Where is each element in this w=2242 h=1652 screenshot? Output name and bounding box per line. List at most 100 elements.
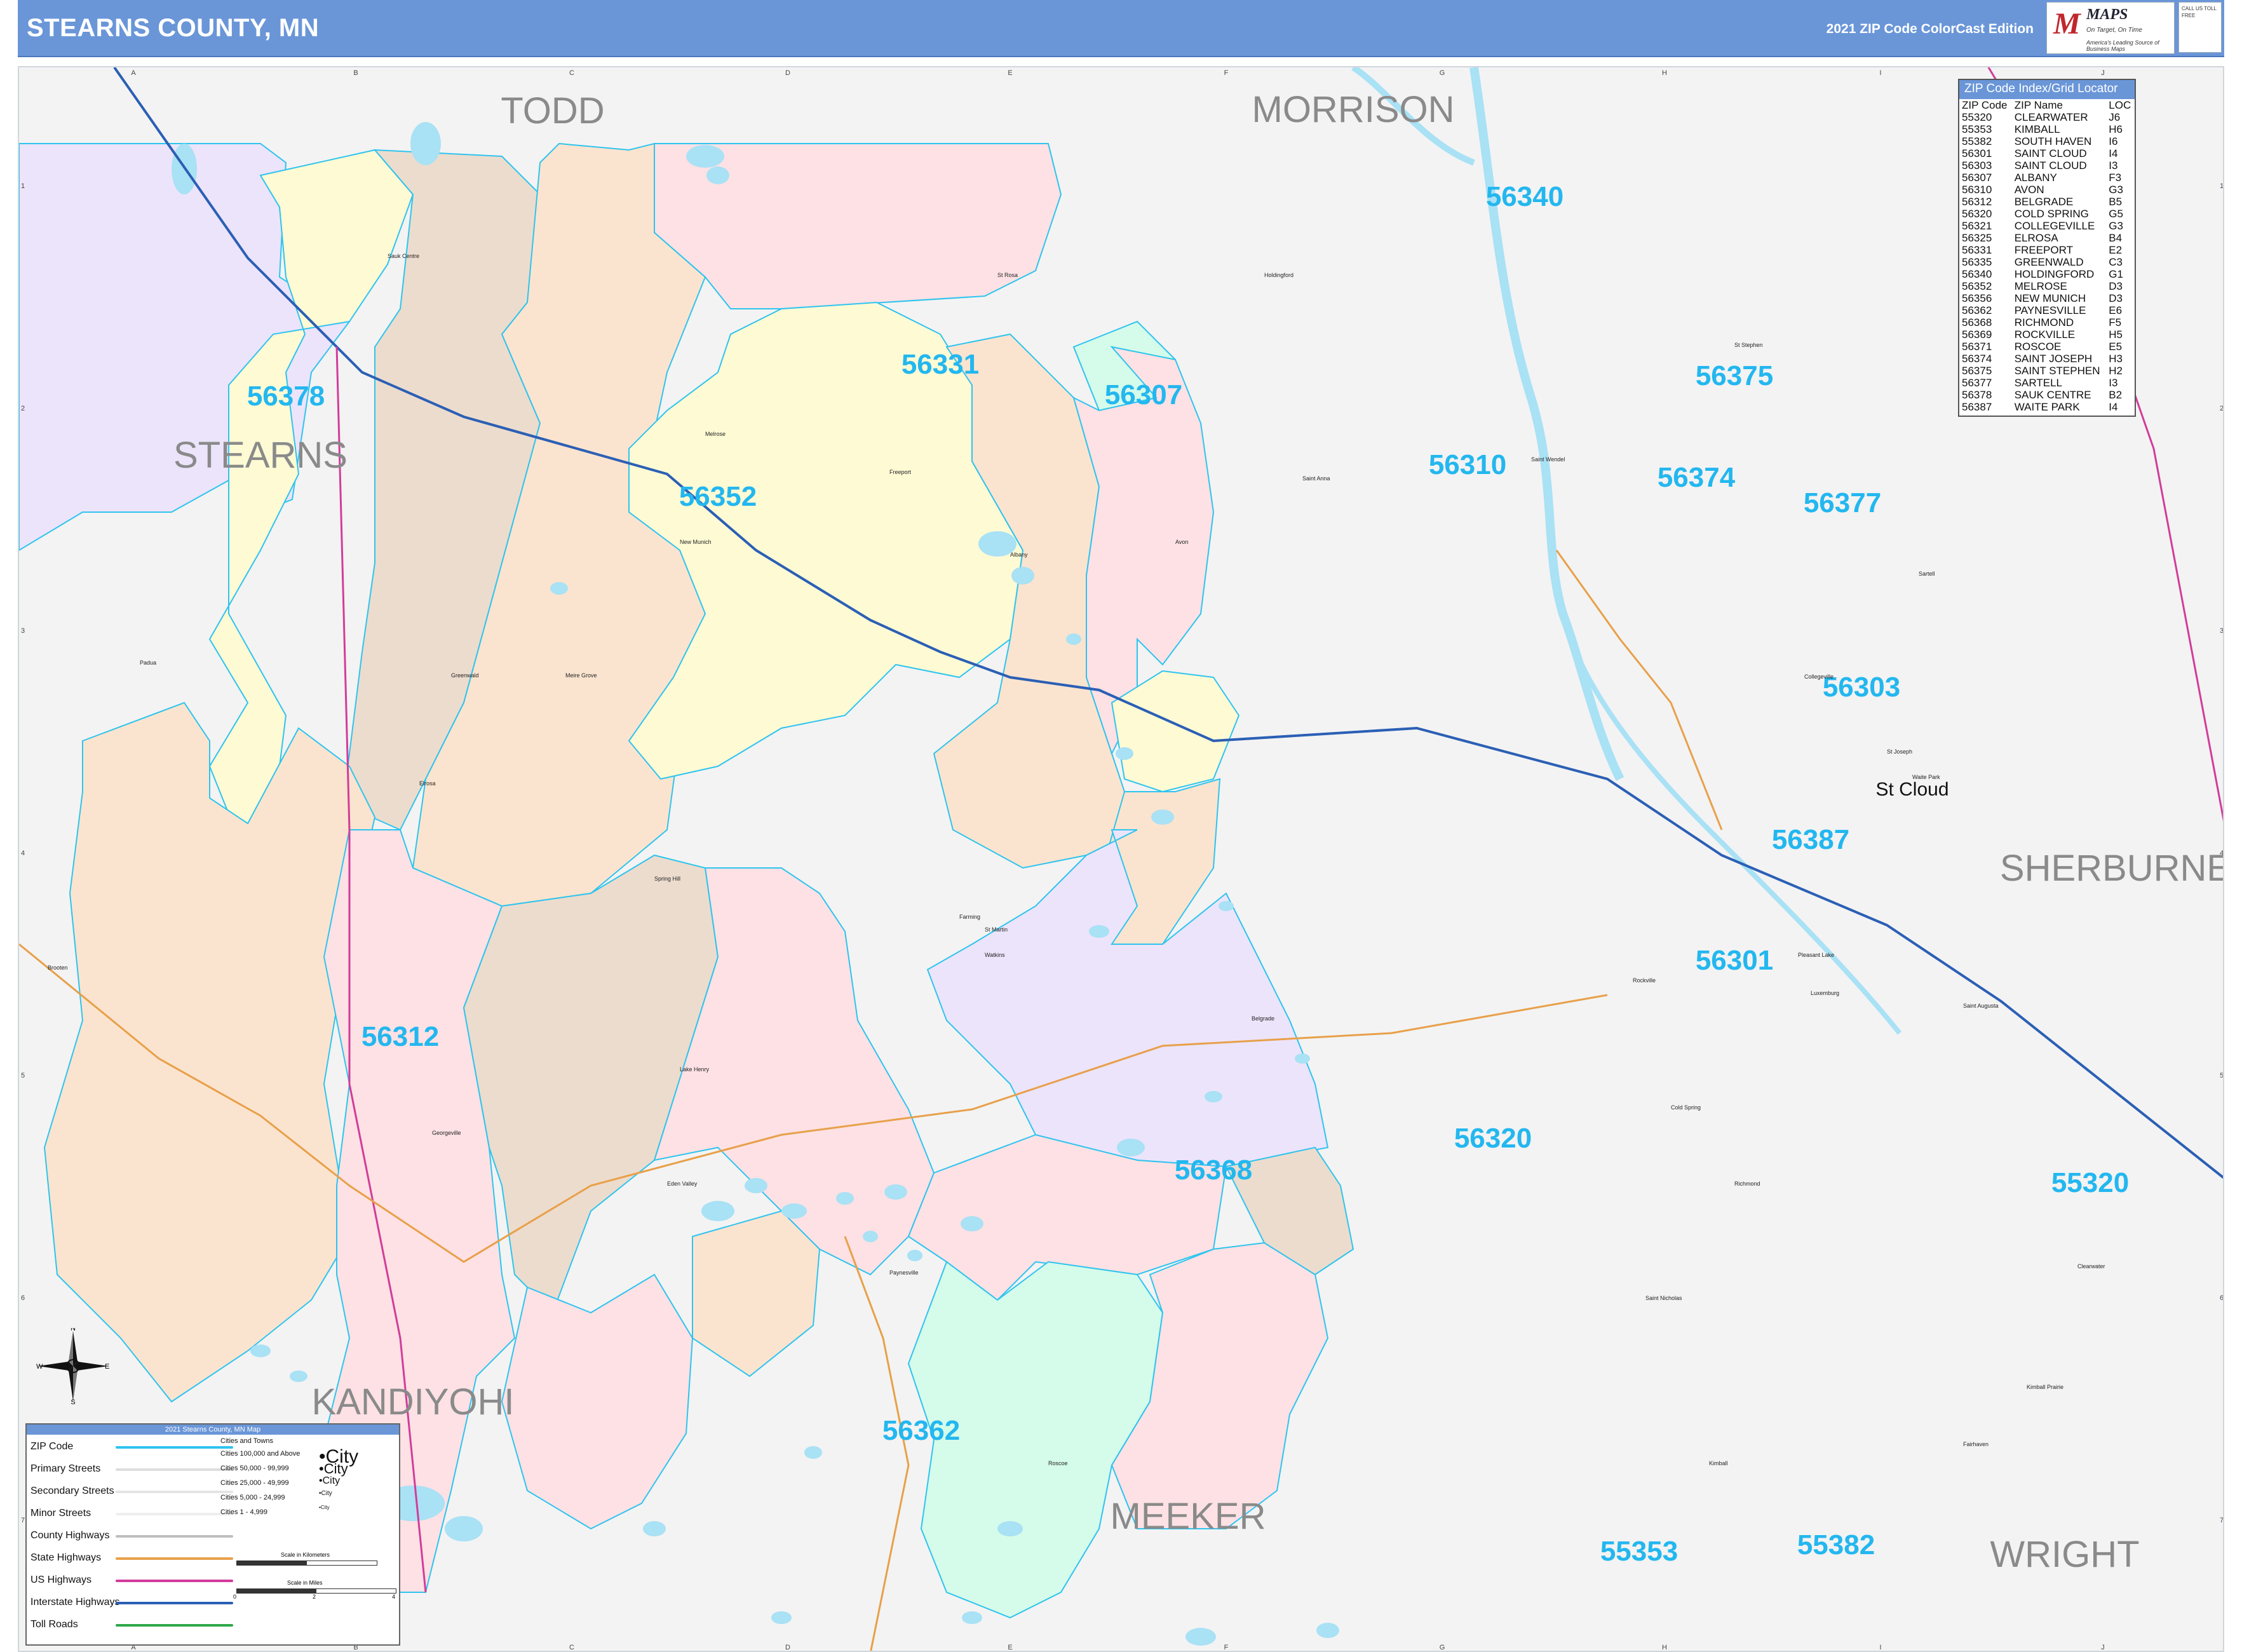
lake [863, 1231, 878, 1242]
index-cell: 56321 [1962, 220, 1992, 232]
legend-line-swatch [116, 1580, 233, 1582]
lake [1089, 925, 1109, 938]
index-row: 56371 ROSCOE E5 [1959, 341, 2135, 353]
zip-code-label: 56375 [1696, 360, 1773, 391]
index-cell: ALBANY [2014, 172, 2057, 184]
index-cell: 55382 [1962, 135, 1992, 147]
brand-mark: M [2053, 7, 2081, 41]
zip-code-label: 56368 [1175, 1154, 1252, 1186]
lake [962, 1611, 982, 1624]
town-label: Waite Park [1912, 774, 1940, 780]
town-label: Richmond [1734, 1181, 1760, 1187]
legend-line-swatch [116, 1513, 233, 1515]
lake [410, 122, 441, 165]
lake [961, 1216, 983, 1231]
zip-code-label: 56331 [902, 349, 979, 380]
index-cell: 55353 [1962, 123, 1992, 135]
lake [1295, 1053, 1310, 1064]
legend-item-label: ZIP Code [30, 1441, 74, 1452]
index-cell: J6 [2109, 111, 2121, 123]
legend-item-label: Minor Streets [30, 1508, 91, 1519]
compass-w: W [36, 1363, 43, 1371]
lake [290, 1371, 307, 1382]
brand-logo: M MAPS On Target, On Time America's Lead… [2046, 2, 2175, 54]
lake [643, 1521, 666, 1536]
index-cell: FREEPORT [2014, 244, 2073, 256]
index-cell: 56387 [1962, 401, 1992, 413]
index-row: 56340 HOLDINGFORD G1 [1959, 268, 2135, 280]
town-label: Eden Valley [667, 1181, 698, 1187]
legend-line-swatch [116, 1491, 233, 1493]
lake [1116, 747, 1133, 760]
compass-e: E [105, 1363, 109, 1371]
zip-code-label: 55353 [1600, 1536, 1678, 1567]
index-row: 56375 SAINT STEPHEN H2 [1959, 365, 2135, 377]
town-label: Kimball [1709, 1460, 1728, 1466]
grid-letter-bottom: J [2101, 1644, 2105, 1651]
lake [1117, 1139, 1145, 1156]
index-cell: RICHMOND [2014, 316, 2074, 328]
index-row: 56377 SARTELL I3 [1959, 377, 2135, 389]
index-cell: B2 [2109, 389, 2123, 401]
index-cell: F5 [2109, 316, 2122, 328]
index-cell: 56331 [1962, 244, 1992, 256]
lake [1151, 809, 1174, 825]
lake [1066, 633, 1081, 645]
compass-rose-icon: N S W E [36, 1328, 109, 1404]
index-cell: HOLDINGFORD [2014, 268, 2095, 280]
index-cell: E6 [2109, 304, 2123, 316]
index-cell: 56325 [1962, 232, 1992, 244]
index-cell: ELROSA [2014, 232, 2058, 244]
index-cell: I6 [2109, 135, 2118, 147]
index-cell: 56374 [1962, 353, 1992, 365]
legend-item-label: Toll Roads [30, 1619, 78, 1630]
grid-number-right: 6 [2220, 1294, 2224, 1302]
town-label: Freeport [889, 469, 912, 475]
map-legend: 2021 Stearns County, MN Map Cities and T… [25, 1423, 400, 1646]
town-label: Georgeville [432, 1130, 461, 1136]
grid-number-right: 3 [2220, 627, 2224, 635]
zip-code-label: 56301 [1696, 945, 1773, 976]
index-cell: E5 [2109, 341, 2123, 353]
map-title: STEARNS COUNTY, MN [27, 14, 320, 42]
lake [745, 1178, 767, 1193]
grid-number-right: 7 [2220, 1517, 2224, 1524]
town-label: Rockville [1633, 977, 1656, 984]
map-frame[interactable]: TODD MORRISON STEARNS SHERBURNE KANDIYOHI MEE… [18, 66, 2224, 1652]
lake [550, 582, 568, 595]
index-row: 56378 SAUK CENTRE B2 [1959, 389, 2135, 401]
legend-city-size-label: Cities 50,000 - 99,999 [220, 1465, 289, 1472]
zip-code-label: 56307 [1105, 379, 1182, 410]
grid-letter-top: E [1008, 69, 1012, 77]
index-cell: H3 [2109, 353, 2123, 365]
map-canvas[interactable]: TODD MORRISON STEARNS SHERBURNE KANDIYOHI MEE… [19, 67, 2224, 1652]
lake [771, 1611, 792, 1624]
lake [907, 1250, 922, 1261]
grid-letter-top: J [2101, 69, 2105, 77]
brand-slogan: On Target, On Time [2086, 27, 2142, 34]
legend-line-swatch [116, 1446, 233, 1449]
grid-letter-bottom: I [1879, 1644, 1881, 1651]
index-cell: 55320 [1962, 111, 1992, 123]
town-label: Meire Grove [565, 672, 597, 679]
index-row: 56362 PAYNESVILLE E6 [1959, 304, 2135, 316]
index-cell: H6 [2109, 123, 2123, 135]
zip-index-header: ZIP Code ZIP Name LOC [1959, 99, 2135, 111]
legend-line-swatch [116, 1557, 233, 1560]
zip-index-table: ZIP Code ZIP Name LOC 55320 CLEARWATER J6 553… [1959, 99, 2135, 413]
lake [1185, 1628, 1216, 1646]
grid-letter-top: C [569, 69, 574, 77]
lake [1316, 1623, 1339, 1638]
index-cell: SAINT CLOUD [2014, 159, 2087, 172]
index-cell: 56378 [1962, 389, 1992, 401]
compass-s: S [71, 1398, 75, 1404]
index-cell: KIMBALL [2014, 123, 2060, 135]
legend-line-swatch [116, 1535, 233, 1538]
index-cell: 56312 [1962, 196, 1992, 208]
grid-letter-top: G [1440, 69, 1445, 77]
index-cell: H5 [2109, 328, 2123, 341]
index-row: 55382 SOUTH HAVEN I6 [1959, 135, 2135, 147]
town-label: Paynesville [889, 1269, 919, 1276]
legend-city-sample: •City [319, 1490, 332, 1497]
index-cell: E2 [2109, 244, 2123, 256]
